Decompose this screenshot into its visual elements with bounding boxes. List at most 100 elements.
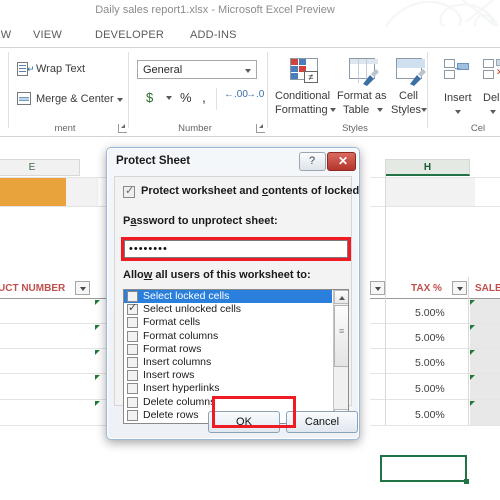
ribbon-tab-add-ins[interactable]: ADD-INS [190, 29, 237, 41]
cell-tax-value[interactable]: 5.00% [415, 409, 445, 421]
scroll-up-icon[interactable] [334, 290, 348, 304]
filter-dropdown-product-number[interactable] [75, 281, 90, 295]
cell-tax-value[interactable]: 5.00% [415, 332, 445, 344]
decrease-decimal-icon[interactable]: →.0 [246, 90, 264, 100]
permission-list-item[interactable]: Select unlocked cells [124, 301, 332, 316]
conditional-formatting-label-line1[interactable]: Conditional [275, 90, 330, 102]
filter-dropdown-tax-percent[interactable] [452, 281, 467, 295]
permission-checkbox[interactable] [127, 301, 138, 316]
gridline [0, 373, 110, 374]
number-dialog-launcher[interactable] [256, 124, 265, 133]
permission-list-item[interactable]: Format columns [124, 330, 332, 343]
merge-center-button[interactable]: Merge & Center [36, 93, 114, 105]
cell-styles-dropdown-icon[interactable] [421, 108, 427, 112]
ribbon-tabstrip: IEW VIEW DEVELOPER ADD-INS [0, 26, 500, 47]
comment-marker-icon [470, 375, 475, 380]
comment-marker-icon [95, 350, 100, 355]
cell-tax-value[interactable]: 5.00% [415, 307, 445, 319]
percent-style-button[interactable]: % [180, 90, 192, 105]
number-format-value: General [143, 64, 183, 76]
cell-tax-value[interactable]: 5.00% [415, 357, 445, 369]
listbox-scrollbar[interactable] [333, 290, 348, 423]
gridline [0, 425, 110, 426]
permission-checkbox[interactable] [127, 356, 138, 368]
table-header-tax-percent: TAX % [411, 283, 442, 294]
permission-list-item[interactable]: Format cells [124, 316, 332, 329]
decorative-swirl-icon [384, 0, 499, 26]
cell-styles-label-line1[interactable]: Cell [399, 90, 418, 102]
alignment-dialog-launcher[interactable] [118, 124, 127, 133]
gridline [0, 177, 110, 178]
chevron-down-icon[interactable] [245, 69, 251, 73]
permission-checkbox[interactable] [127, 383, 138, 395]
permission-list-item[interactable]: Insert columns [124, 356, 332, 369]
group-label-alignment: ment [54, 123, 76, 134]
comment-marker-icon [470, 300, 475, 305]
permission-checkbox[interactable] [127, 330, 138, 342]
gridline [468, 277, 469, 425]
conditional-formatting-label-line2[interactable]: Formatting [275, 104, 328, 116]
permission-checkbox[interactable] [127, 409, 138, 421]
number-format-combo[interactable]: General [137, 60, 257, 79]
column-header-e[interactable]: E [0, 159, 80, 176]
help-icon: ? [309, 155, 316, 167]
wrap-text-button[interactable]: Wrap Text [36, 63, 85, 75]
close-icon: ✕ [338, 154, 349, 168]
accounting-dropdown-icon[interactable] [166, 96, 172, 100]
format-as-table-dropdown-icon[interactable] [377, 108, 383, 112]
accounting-format-button[interactable]: $ [146, 90, 153, 105]
permission-list-item[interactable]: Select locked cells [124, 290, 332, 304]
format-as-table-icon [349, 58, 379, 86]
format-as-table-label-line1[interactable]: Format as [337, 90, 387, 102]
permission-label: Insert hyperlinks [143, 382, 220, 395]
delete-cells-dropdown-icon[interactable] [490, 110, 496, 114]
cell-gray-fill[interactable] [385, 178, 475, 206]
insert-cells-button[interactable]: Insert [444, 92, 472, 104]
permission-list-item[interactable]: Format rows [124, 343, 332, 356]
scrollbar-thumb[interactable] [334, 305, 348, 367]
gridline [0, 206, 110, 207]
active-cell-selection[interactable] [380, 455, 467, 482]
window-title: Daily sales report1.xlsx - Microsoft Exc… [95, 4, 335, 16]
filter-dropdown-prev-column[interactable] [370, 281, 385, 295]
permission-checkbox[interactable] [127, 370, 138, 382]
column-header-h[interactable]: H [385, 159, 470, 176]
cell-tax-value[interactable]: 5.00% [415, 383, 445, 395]
comma-style-button[interactable]: , [202, 89, 206, 105]
gridline [0, 348, 110, 349]
ribbon-tab-review[interactable]: IEW [0, 29, 11, 41]
insert-cells-icon: ← [444, 59, 470, 81]
dialog-title: Protect Sheet [116, 155, 191, 167]
permission-list-item[interactable]: Insert rows [124, 369, 332, 382]
excel-window: Daily sales report1.xlsx - Microsoft Exc… [0, 0, 500, 500]
dialog-body: Protect worksheet and contents of locked… [114, 176, 359, 424]
comment-marker-icon [470, 325, 475, 330]
permission-checkbox[interactable] [127, 396, 138, 408]
permission-label: Format columns [143, 329, 219, 342]
cell-styles-label-line2[interactable]: Styles [391, 104, 421, 116]
ribbon-tab-view[interactable]: VIEW [33, 29, 62, 41]
password-highlight-box [121, 237, 351, 261]
permission-list-item[interactable]: Insert hyperlinks [124, 382, 332, 395]
protect-worksheet-label: Protect worksheet and contents of locked… [141, 185, 360, 197]
protect-worksheet-checkbox[interactable] [123, 184, 135, 198]
format-as-table-label-line2[interactable]: Table [343, 104, 369, 116]
permission-checkbox[interactable] [127, 317, 138, 329]
increase-decimal-icon[interactable]: ←.00 [224, 90, 248, 100]
comment-marker-icon [95, 325, 100, 330]
ribbon-tab-developer[interactable]: DEVELOPER [95, 29, 164, 41]
cell-orange-title[interactable] [0, 178, 66, 206]
delete-cells-button[interactable]: Dele [483, 92, 500, 104]
help-button[interactable]: ? [299, 152, 326, 171]
close-button[interactable]: ✕ [327, 152, 356, 171]
merge-center-dropdown-icon[interactable] [117, 98, 123, 102]
password-input[interactable] [124, 240, 348, 258]
fill-handle[interactable] [464, 479, 469, 484]
cancel-button[interactable]: Cancel [286, 411, 358, 433]
group-separator [8, 52, 9, 128]
permission-label: Delete columns [143, 395, 216, 408]
permission-checkbox[interactable] [127, 343, 138, 355]
conditional-formatting-dropdown-icon[interactable] [330, 108, 336, 112]
cell-gray-fill[interactable] [66, 178, 98, 206]
insert-cells-dropdown-icon[interactable] [455, 110, 461, 114]
